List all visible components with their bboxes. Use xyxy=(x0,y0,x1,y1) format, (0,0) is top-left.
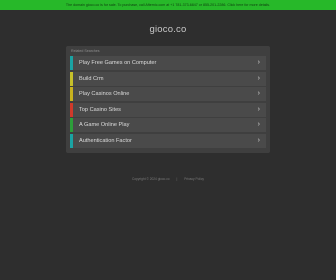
related-link-top-casino-sites[interactable]: Top Casino Sites › xyxy=(70,102,266,117)
link-label[interactable]: Play Casinos Online xyxy=(79,87,129,101)
related-searches-panel: Related Searches Play Free Games on Comp… xyxy=(66,46,270,153)
related-link-build-crm[interactable]: Build Crm › xyxy=(70,71,266,86)
chevron-right-icon: › xyxy=(257,74,260,82)
link-label[interactable]: A Game Online Play xyxy=(79,118,129,132)
related-link-a-game-online-play[interactable]: A Game Online Play › xyxy=(70,118,266,132)
accent-bar xyxy=(70,118,73,132)
chevron-right-icon: › xyxy=(257,90,260,97)
footer: Copyright © 2024 gioco.co | Privacy Poli… xyxy=(0,177,336,181)
site-title: gioco.co xyxy=(149,24,187,35)
accent-bar xyxy=(70,56,73,70)
for-sale-banner[interactable]: The domain gioco.co is for sale. To purc… xyxy=(0,0,336,10)
accent-bar xyxy=(70,87,73,101)
link-label[interactable]: Top Casino Sites xyxy=(79,103,121,117)
accent-bar xyxy=(70,133,73,148)
related-link-play-free-games[interactable]: Play Free Games on Computer › xyxy=(70,56,266,70)
chevron-right-icon: › xyxy=(257,136,260,144)
panel-header: Related Searches xyxy=(71,49,100,53)
related-links-list: Play Free Games on Computer › Build Crm … xyxy=(70,56,266,149)
link-label[interactable]: Build Crm xyxy=(79,72,104,86)
banner-text[interactable]: The domain gioco.co is for sale. To purc… xyxy=(66,3,270,7)
related-link-play-casinos-online[interactable]: Play Casinos Online › xyxy=(70,87,266,101)
accent-bar xyxy=(70,102,73,117)
chevron-right-icon: › xyxy=(257,59,260,66)
privacy-policy-link[interactable]: Privacy Policy xyxy=(184,177,204,181)
accent-bar xyxy=(70,71,73,86)
link-label[interactable]: Play Free Games on Computer xyxy=(79,56,156,70)
chevron-right-icon: › xyxy=(257,121,260,128)
chevron-right-icon: › xyxy=(257,105,260,113)
copyright-text: Copyright © 2024 gioco.co xyxy=(131,177,170,181)
link-label[interactable]: Authentication Factor xyxy=(79,134,132,148)
related-link-authentication-factor[interactable]: Authentication Factor › xyxy=(70,133,266,148)
footer-separator: | xyxy=(176,177,178,181)
